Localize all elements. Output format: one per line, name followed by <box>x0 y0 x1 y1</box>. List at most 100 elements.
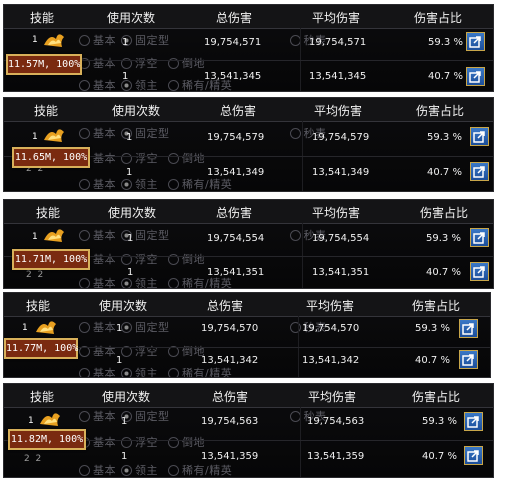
header-average-damage: 平均伤害 <box>307 390 357 404</box>
share-button[interactable] <box>470 127 489 146</box>
flame-skill-icon <box>44 129 64 142</box>
header-total-damage: 总伤害 <box>219 104 257 118</box>
header-uses: 使用次数 <box>98 299 148 313</box>
share-icon <box>469 71 481 83</box>
bg-options-row: 基本 浮空 倒地 <box>74 150 205 166</box>
header-average-damage: 平均伤害 <box>311 11 361 25</box>
share-button[interactable] <box>470 228 489 247</box>
total-damage-value: 19,754,579 <box>207 132 265 143</box>
damage-stats-panel: 技能 使用次数 总伤害 平均伤害 伤害占比 基本 固定型 秒表 基本 浮空 倒地 基本领… <box>3 97 494 192</box>
header-average-damage: 平均伤害 <box>305 299 355 313</box>
total-damage-value: 13,541,359 <box>201 451 259 462</box>
share-button[interactable] <box>459 350 478 369</box>
share-icon <box>473 266 485 278</box>
damage-ratio-value: 40.7 % <box>426 267 461 278</box>
flame-skill-icon <box>40 413 60 426</box>
skill-damage-badge: 11.57M, 100% <box>6 54 82 75</box>
skill-damage-badge: 11.77M, 100% <box>4 338 78 359</box>
header-damage-ratio: 伤害占比 <box>411 390 461 404</box>
header-damage-ratio: 伤害占比 <box>413 11 463 25</box>
bg-options-row: 基本 固定型 秒表 <box>74 227 327 243</box>
uses-value: 1 <box>116 355 123 366</box>
damage-stats-panel: 技能 使用次数 总伤害 平均伤害 伤害占比 基本 固定型 秒表 基本 浮空 倒地 基本领… <box>3 383 494 478</box>
table-header: 技能 使用次数 总伤害 平均伤害 伤害占比 <box>4 384 493 408</box>
header-skill: 技能 <box>29 11 55 25</box>
share-button[interactable] <box>470 262 489 281</box>
damage-ratio-value: 40.7 % <box>427 167 462 178</box>
share-button[interactable] <box>466 32 485 51</box>
header-damage-ratio: 伤害占比 <box>415 104 465 118</box>
skill-damage-badge: 11.65M, 100% <box>12 147 90 168</box>
uses-value: 1 <box>126 167 133 178</box>
header-total-damage: 总伤害 <box>206 299 244 313</box>
bg-options-row: 基本 领主 稀有/精英 <box>74 365 232 377</box>
share-icon <box>467 416 479 428</box>
header-total-damage: 总伤害 <box>211 390 249 404</box>
total-damage-value: 13,541,349 <box>207 167 265 178</box>
header-skill: 技能 <box>29 390 55 404</box>
header-uses: 使用次数 <box>107 206 157 220</box>
bg-options-row: 基本 浮空 倒地 <box>74 343 205 359</box>
skill-level-label: 1 <box>32 232 38 242</box>
bg-options-row: 基本 浮空 倒地 <box>74 55 205 71</box>
average-damage-value: 19,754,570 <box>302 323 360 334</box>
share-button[interactable] <box>464 446 483 465</box>
damage-ratio-value: 59.3 % <box>422 416 457 427</box>
damage-ratio-value: 59.3 % <box>427 132 462 143</box>
skill-level-label: 1 <box>32 132 38 142</box>
damage-ratio-value: 40.7 % <box>422 451 457 462</box>
table-header: 技能 使用次数 总伤害 平均伤害 伤害占比 <box>4 98 493 122</box>
table-header: 技能 使用次数 总伤害 平均伤害 伤害占比 <box>4 200 493 224</box>
uses-value: 1 <box>127 233 134 244</box>
share-icon <box>473 166 485 178</box>
average-damage-value: 13,541,349 <box>312 167 370 178</box>
average-damage-value: 19,754,579 <box>312 132 370 143</box>
header-skill: 技能 <box>25 299 51 313</box>
header-skill: 技能 <box>33 104 59 118</box>
flame-skill-icon <box>44 34 64 47</box>
share-icon <box>467 450 479 462</box>
skill-level-label: 1 <box>32 35 38 45</box>
total-damage-value: 19,754,554 <box>207 233 265 244</box>
share-button[interactable] <box>459 319 478 338</box>
bg-options-row: 基本 固定型 秒表 <box>74 32 327 48</box>
header-damage-ratio: 伤害占比 <box>419 206 469 220</box>
uses-value: 1 <box>121 416 128 427</box>
total-damage-value: 19,754,563 <box>201 416 259 427</box>
share-icon <box>462 323 474 335</box>
header-damage-ratio: 伤害占比 <box>411 299 461 313</box>
damage-ratio-value: 40.7 % <box>415 355 450 366</box>
average-damage-value: 13,541,351 <box>312 267 370 278</box>
header-uses: 使用次数 <box>101 390 151 404</box>
share-icon <box>469 36 481 48</box>
bg-options-row: 基本 浮空 倒地 <box>74 251 205 267</box>
share-button[interactable] <box>470 162 489 181</box>
share-icon <box>473 232 485 244</box>
header-skill: 技能 <box>35 206 61 220</box>
damage-ratio-value: 40.7 % <box>428 71 463 82</box>
average-damage-value: 19,754,554 <box>312 233 370 244</box>
header-average-damage: 平均伤害 <box>313 104 363 118</box>
average-damage-value: 13,541,342 <box>302 355 360 366</box>
share-button[interactable] <box>466 67 485 86</box>
damage-stats-panel: 技能 使用次数 总伤害 平均伤害 伤害占比 基本 固定型 秒表 基本 浮空 倒地 基本领… <box>3 199 494 289</box>
uses-value: 1 <box>122 37 129 48</box>
skill-level-label: 1 <box>28 416 34 426</box>
skill-level-label: 1 <box>22 323 28 333</box>
header-uses: 使用次数 <box>111 104 161 118</box>
header-average-damage: 平均伤害 <box>311 206 361 220</box>
bg-options-row: 基本 领主 稀有/精英 <box>74 176 232 191</box>
uses-value: 1 <box>127 267 134 278</box>
share-icon <box>473 131 485 143</box>
flame-skill-icon <box>36 321 56 334</box>
header-total-damage: 总伤害 <box>215 11 253 25</box>
damage-ratio-value: 59.3 % <box>415 323 450 334</box>
skill-damage-badge: 11.71M, 100% <box>12 249 90 270</box>
total-damage-value: 19,754,570 <box>201 323 259 334</box>
skill-damage-badge: 11.82M, 100% <box>8 429 86 450</box>
uses-value: 1 <box>122 71 129 82</box>
bg-options-row: 基本 浮空 倒地 <box>74 434 205 450</box>
damage-stats-panel: 技能 使用次数 总伤害 平均伤害 伤害占比 基本 固定型 秒表 基本 浮空 倒地 基本领… <box>3 292 491 378</box>
average-damage-value: 19,754,571 <box>309 37 367 48</box>
share-button[interactable] <box>464 412 483 431</box>
